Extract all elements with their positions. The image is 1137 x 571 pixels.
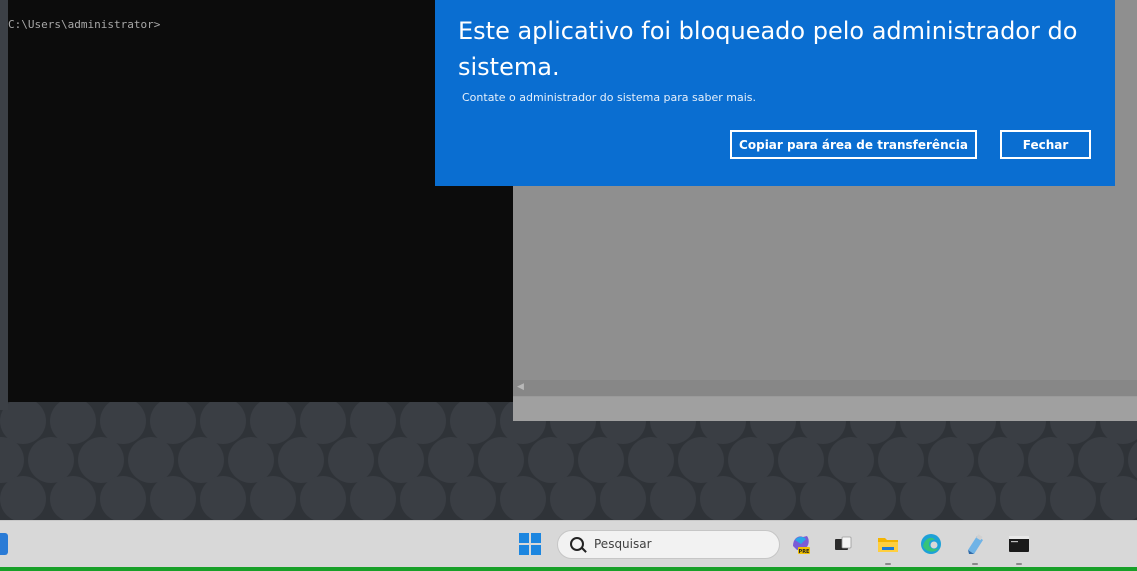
wallpaper-pattern-circle bbox=[150, 476, 196, 520]
wallpaper-pattern-circle bbox=[800, 476, 846, 520]
wallpaper-pattern-circle bbox=[550, 476, 596, 520]
close-button[interactable]: Fechar bbox=[1000, 130, 1091, 159]
notepad-icon[interactable] bbox=[962, 531, 988, 557]
console-prompt: C:\Users\administrator> bbox=[8, 18, 161, 31]
wallpaper-pattern-circle bbox=[900, 476, 946, 520]
wallpaper-pattern-circle bbox=[1050, 476, 1096, 520]
notepad-running-indicator bbox=[972, 563, 978, 565]
copy-to-clipboard-button[interactable]: Copiar para área de transferência bbox=[730, 130, 977, 159]
copilot-pre-icon[interactable]: PRE bbox=[788, 531, 814, 557]
taskbar: Pesquisar PRE bbox=[0, 520, 1137, 568]
wallpaper-pattern-circle bbox=[300, 476, 346, 520]
file-explorer-running-indicator bbox=[885, 563, 891, 565]
file-explorer-icon[interactable] bbox=[875, 531, 901, 557]
wallpaper-pattern-circle bbox=[0, 476, 46, 520]
search-icon bbox=[570, 537, 584, 551]
wallpaper-pattern-circle bbox=[50, 476, 96, 520]
start-windows-icon[interactable] bbox=[519, 533, 541, 555]
wallpaper-pattern-circle bbox=[200, 476, 246, 520]
scroll-left-arrow-icon[interactable]: ◀ bbox=[517, 382, 524, 392]
wallpaper-pattern-circle bbox=[600, 476, 646, 520]
horizontal-scrollbar[interactable]: ◀ bbox=[513, 380, 1137, 396]
taskbar-search-box[interactable]: Pesquisar bbox=[557, 530, 780, 559]
dialog-title: Este aplicativo foi bloqueado pelo admin… bbox=[458, 17, 1078, 81]
task-view-icon[interactable] bbox=[830, 531, 856, 557]
status-bar bbox=[513, 396, 1137, 421]
wallpaper-pattern-circle bbox=[950, 476, 996, 520]
wallpaper-pattern-circle bbox=[1100, 476, 1137, 520]
wallpaper-pattern-circle bbox=[750, 476, 796, 520]
svg-text:PRE: PRE bbox=[799, 549, 811, 555]
background-window-edge bbox=[0, 0, 8, 410]
wallpaper-pattern-circle bbox=[1000, 476, 1046, 520]
wallpaper-pattern-circle bbox=[250, 476, 296, 520]
command-prompt-running-indicator bbox=[1016, 563, 1022, 565]
command-prompt-icon[interactable] bbox=[1006, 531, 1032, 557]
dialog-message: Contate o administrador do sistema para … bbox=[462, 91, 757, 104]
taskbar-accent-line bbox=[0, 567, 1137, 571]
wallpaper-pattern-circle bbox=[400, 476, 446, 520]
search-input[interactable]: Pesquisar bbox=[594, 537, 764, 551]
wallpaper-pattern-circle bbox=[350, 476, 396, 520]
wallpaper-pattern-circle bbox=[850, 476, 896, 520]
wallpaper-pattern-circle bbox=[650, 476, 696, 520]
wallpaper-pattern-circle bbox=[100, 476, 146, 520]
edge-browser-icon[interactable] bbox=[918, 531, 944, 557]
wallpaper-pattern-circle bbox=[500, 476, 546, 520]
widgets-icon[interactable] bbox=[0, 533, 8, 555]
wallpaper-pattern-circle bbox=[700, 476, 746, 520]
wallpaper-pattern-circle bbox=[450, 476, 496, 520]
app-blocked-dialog: Este aplicativo foi bloqueado pelo admin… bbox=[435, 0, 1115, 186]
